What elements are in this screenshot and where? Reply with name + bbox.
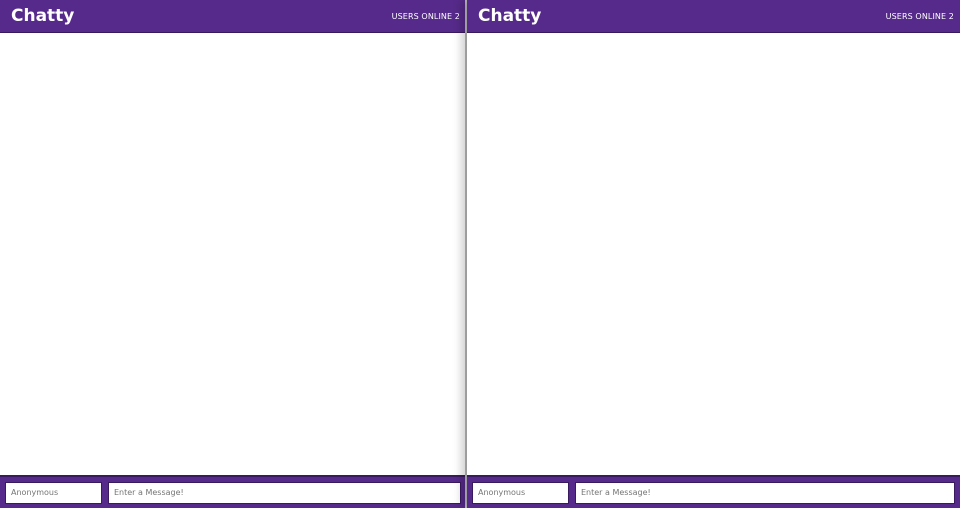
navbar: Chatty USERS ONLINE 2	[467, 0, 960, 33]
navbar: Chatty USERS ONLINE 2	[0, 0, 466, 33]
username-input[interactable]	[5, 481, 102, 504]
chatbar	[0, 475, 466, 508]
message-list	[0, 33, 466, 475]
users-online-count: USERS ONLINE 2	[391, 11, 460, 21]
message-input[interactable]	[575, 481, 955, 504]
chatbar	[467, 475, 960, 508]
users-online-count: USERS ONLINE 2	[885, 11, 954, 21]
username-input[interactable]	[472, 481, 569, 504]
app-title: Chatty	[478, 6, 542, 26]
chat-window-right: Chatty USERS ONLINE 2	[467, 0, 960, 508]
message-list	[467, 33, 960, 475]
app-title: Chatty	[11, 6, 75, 26]
message-input[interactable]	[108, 481, 461, 504]
chat-window-left: Chatty USERS ONLINE 2	[0, 0, 466, 508]
